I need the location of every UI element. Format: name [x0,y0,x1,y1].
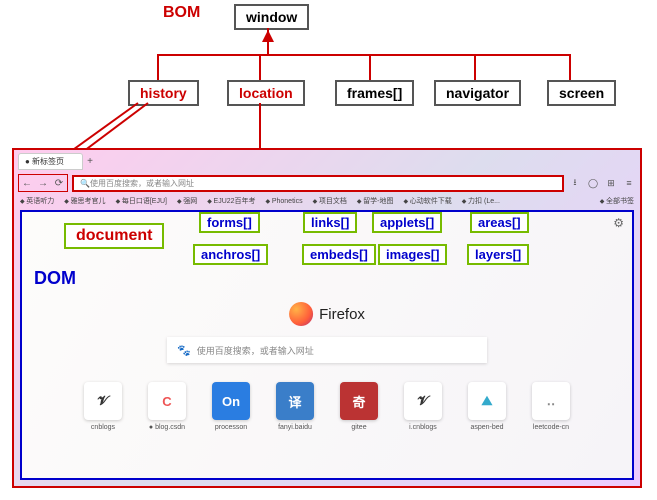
tile-icon: 译 [276,382,314,420]
document-box: document [64,223,164,249]
tile-icon: 奇 [340,382,378,420]
bookmark-item[interactable]: EJU22百年考 [207,196,255,206]
firefox-logo: Firefox [289,302,365,326]
navigator-box: navigator [434,80,521,106]
bookmark-item[interactable]: 心动软件下载 [403,196,451,206]
firefox-name: Firefox [319,306,365,323]
page-search-placeholder: 使用百度搜索，或者输入网址 [197,344,314,357]
window-box: window [234,4,309,30]
bookmark-item[interactable]: 强网 [177,196,197,206]
browser-window: ● 新标签页 + ← → ⟳ 🔍 使用百度搜索，或者输入网址 ⭳ ◯ ⊞ ≡ 英… [12,148,642,488]
tile-label: leetcode-cn [529,424,573,431]
browser-tab[interactable]: ● 新标签页 [18,153,83,170]
tile-icon: 𝓥 [84,382,122,420]
bookmark-item[interactable]: 全部书签 [600,196,634,206]
shortcut-tile[interactable]: 𝓥cnblogs [81,382,125,431]
tab-bar: ● 新标签页 + [14,150,640,172]
bookmarks-bar: 英语听力 雅思考官儿 每日口语[EJU] 强网 EJU22百年考 Phoneti… [14,194,640,208]
tile-label: cnblogs [81,424,125,431]
shortcut-tile[interactable]: C ● blog.csdn [145,382,189,431]
shortcut-tile[interactable]: On processon [209,382,253,431]
firefox-icon [289,302,313,326]
paw-icon: 🐾 [177,344,191,357]
location-box: location [227,80,305,106]
tile-label: fanyi.baidu [273,424,317,431]
nav-buttons-group: ← → ⟳ [18,174,68,192]
tile-icon: ⛰ [468,382,506,420]
tile-icon: 𝓥 [404,382,442,420]
page-search-box[interactable]: 🐾 使用百度搜索，或者输入网址 [167,337,487,363]
tile-label: aspen-bed [465,424,509,431]
tile-icon: On [212,382,250,420]
bookmark-item[interactable]: 英语听力 [20,196,54,206]
tile-label: i.cnblogs [401,424,445,431]
back-button[interactable]: ← [20,176,34,190]
bookmark-item[interactable]: Phonetics [266,198,303,205]
anchros-box: anchros[] [193,244,268,265]
shortcut-tile[interactable]: 𝓥i.cnblogs [401,382,445,431]
bookmark-item[interactable]: 项目文档 [313,196,347,206]
forward-button[interactable]: → [36,176,50,190]
forms-box: forms[] [199,212,260,233]
applets-box: applets[] [372,212,442,233]
search-icon: 🔍 [80,179,90,188]
shortcut-tile[interactable]: 奇 gitee [337,382,381,431]
screen-box: screen [547,80,616,106]
tile-label: ● blog.csdn [145,424,189,431]
shortcut-tile[interactable]: ⛰ aspen-bed [465,382,509,431]
shortcut-tile[interactable]: 译 fanyi.baidu [273,382,317,431]
bookmark-item[interactable]: 留学-地图 [357,196,394,206]
downloads-icon[interactable]: ⭳ [568,176,582,190]
address-row: ← → ⟳ 🔍 使用百度搜索，或者输入网址 ⭳ ◯ ⊞ ≡ [14,172,640,194]
new-tab-button[interactable]: + [87,156,93,167]
address-placeholder: 使用百度搜索，或者输入网址 [90,178,194,189]
history-box: history [128,80,199,106]
bookmark-item[interactable]: 力扣 (Le... [462,196,500,206]
tile-icon: C [148,382,186,420]
frames-box: frames[] [335,80,414,106]
menu-icon[interactable]: ≡ [622,176,636,190]
images-box: images[] [378,244,447,265]
shortcut-tile[interactable]: ‥ leetcode-cn [529,382,573,431]
areas-box: areas[] [470,212,529,233]
reload-button[interactable]: ⟳ [52,176,66,190]
links-box: links[] [303,212,357,233]
bom-label: BOM [163,4,200,22]
shortcut-tiles: 𝓥cnblogs C ● blog.csdn On processon 译 fanyi.ba… [81,382,573,431]
tile-label: gitee [337,424,381,431]
address-bar[interactable]: 🔍 使用百度搜索，或者输入网址 [72,175,564,192]
tile-icon: ‥ [532,382,570,420]
embeds-box: embeds[] [302,244,376,265]
extensions-icon[interactable]: ⊞ [604,176,618,190]
page-settings-icon[interactable]: ⚙ [613,216,624,230]
layers-box: layers[] [467,244,529,265]
dom-label: DOM [34,268,76,289]
tile-label: processon [209,424,253,431]
bookmark-item[interactable]: 每日口语[EJU] [116,196,167,206]
account-icon[interactable]: ◯ [586,176,600,190]
bookmark-item[interactable]: 雅思考官儿 [64,196,105,206]
